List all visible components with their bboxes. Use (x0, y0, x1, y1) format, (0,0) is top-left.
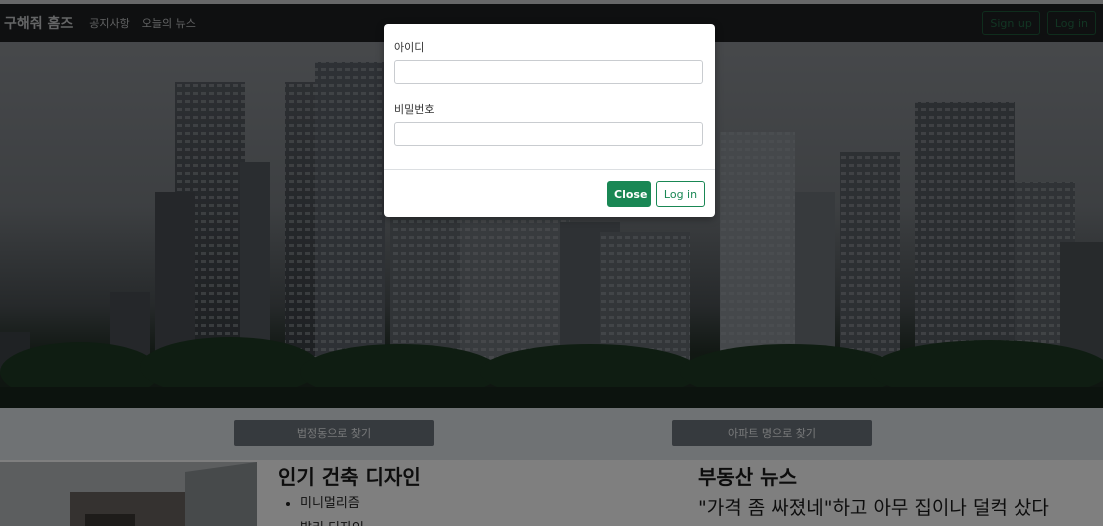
close-button[interactable]: Close (607, 181, 651, 207)
id-input[interactable] (394, 60, 703, 84)
password-label: 비밀번호 (394, 103, 435, 116)
id-label: 아이디 (394, 41, 425, 54)
password-input[interactable] (394, 122, 703, 146)
login-submit-button[interactable]: Log in (656, 181, 705, 207)
login-modal: 아이디 비밀번호 Close Log in (384, 24, 715, 217)
page: 구해줘 홈즈 공지사항 오늘의 뉴스 Sign up Log in (0, 0, 1103, 526)
modal-divider (384, 169, 715, 170)
